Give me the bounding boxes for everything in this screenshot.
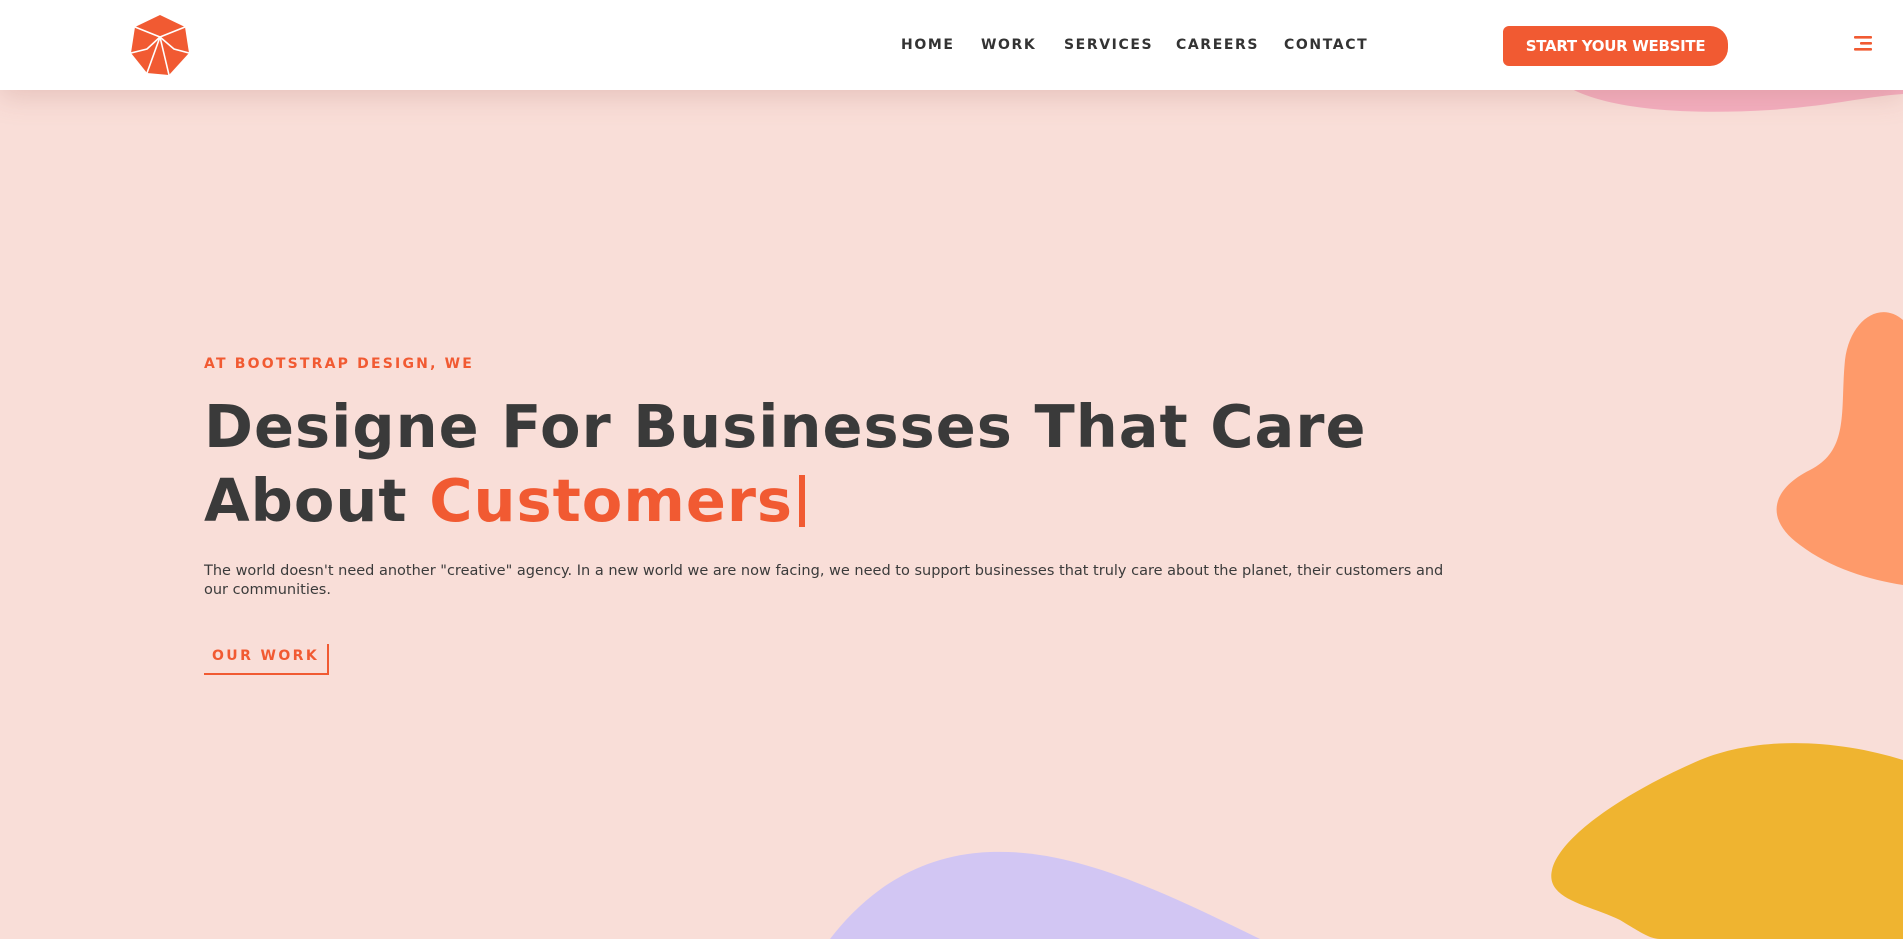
orange-blob-decoration (1776, 312, 1903, 585)
nav-item-careers[interactable]: CAREERS (1176, 36, 1259, 54)
headline-line-1: Designe For Businesses That Care (204, 392, 1367, 461)
hamburger-menu-icon[interactable] (1852, 33, 1874, 55)
hero-headline: Designe For Businesses That Care About Cu… (204, 390, 1464, 538)
site-header: HOME WORK SERVICES CAREERS CONTACT START… (0, 0, 1903, 90)
yellow-blob-decoration (1551, 743, 1903, 939)
nav-item-home[interactable]: HOME (901, 36, 955, 54)
purple-blob-decoration (830, 851, 1260, 939)
headline-line-2-prefix: About (204, 466, 430, 535)
page: HOME WORK SERVICES CAREERS CONTACT START… (0, 0, 1903, 939)
headline-accent-word: Customers (429, 466, 794, 535)
nav-item-work[interactable]: WORK (981, 36, 1036, 54)
our-work-link[interactable]: OUR WORK (204, 644, 330, 675)
typing-caret (799, 475, 806, 527)
nav-item-services[interactable]: SERVICES (1064, 36, 1153, 54)
start-your-website-button[interactable]: START YOUR WEBSITE (1503, 26, 1728, 66)
hero-eyebrow: AT BOOTSTRAP DESIGN, WE (204, 356, 475, 372)
hero-description: The world doesn't need another "creative… (204, 563, 1444, 598)
nav-item-contact[interactable]: CONTACT (1284, 36, 1368, 54)
hero-section: AT BOOTSTRAP DESIGN, WE Designe For Busi… (204, 350, 1464, 675)
